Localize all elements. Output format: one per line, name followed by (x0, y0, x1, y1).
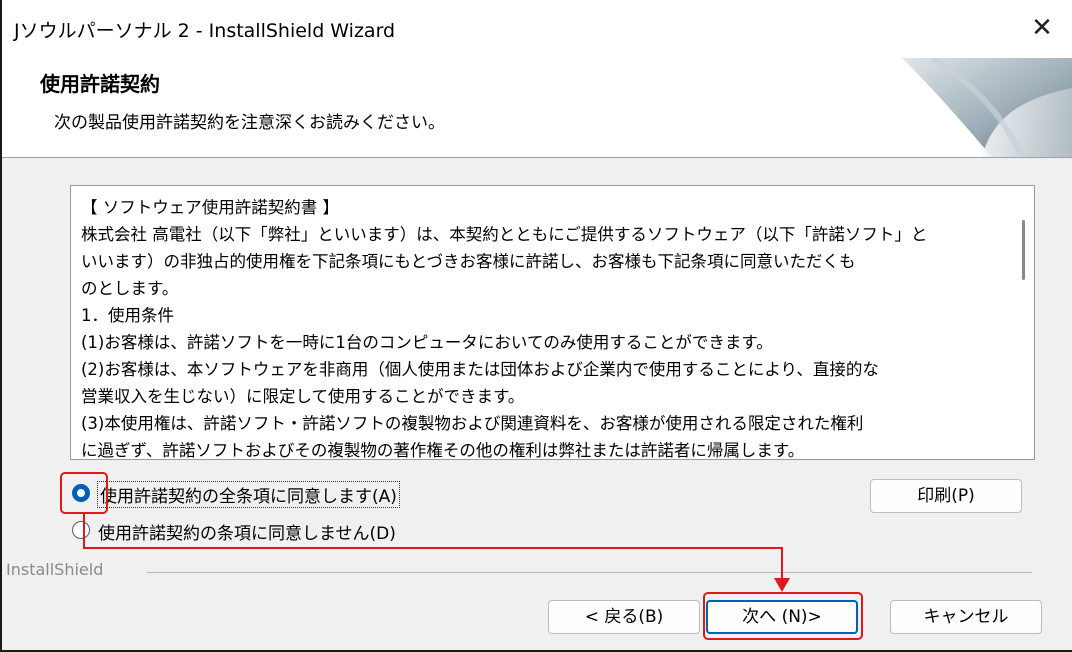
annotation-arrow (83, 514, 790, 592)
installer-window: Jソウルパーソナル 2 - InstallShield Wizard ✕ 使用許… (0, 0, 1072, 652)
